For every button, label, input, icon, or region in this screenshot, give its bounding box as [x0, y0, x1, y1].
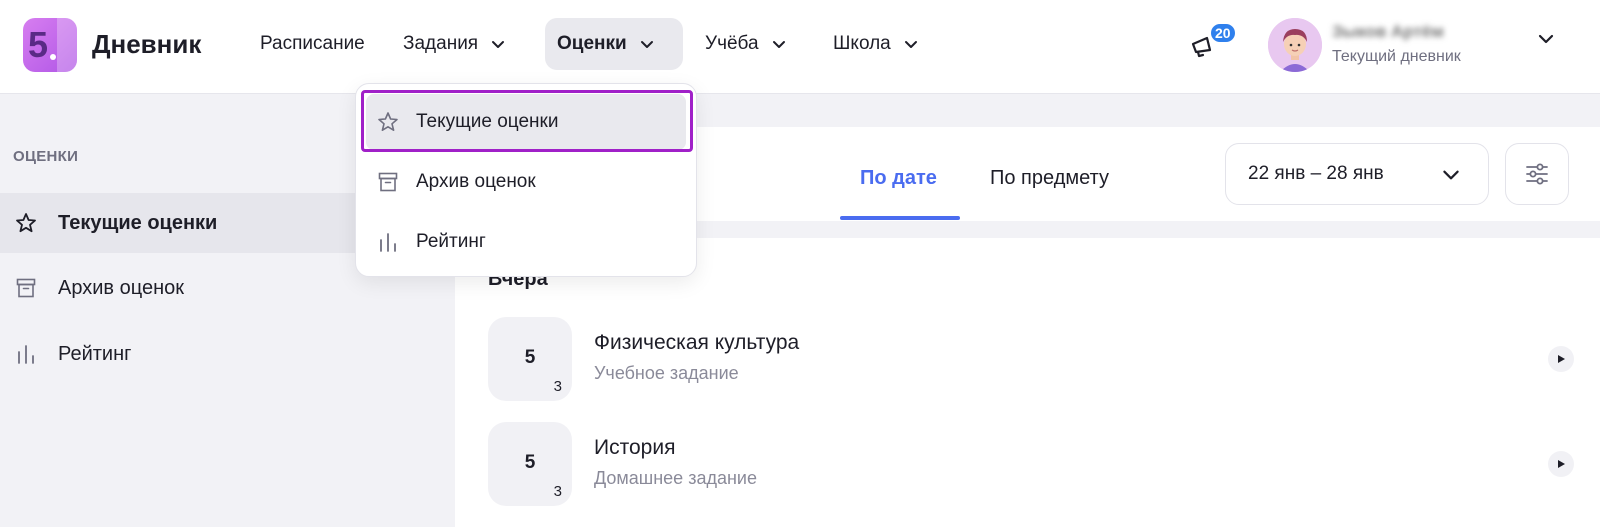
tab-active-indicator — [840, 216, 960, 220]
nav-grades-label: Оценки — [557, 33, 627, 54]
filter-button[interactable] — [1505, 143, 1569, 205]
archive-icon — [378, 172, 398, 192]
subject-name: История — [594, 436, 676, 459]
sidebar-title: ОЦЕНКИ — [13, 148, 79, 165]
list-item[interactable]: 5 3 Физическая культура Учебное задание — [488, 317, 1588, 401]
brand-title[interactable]: Дневник — [92, 29, 201, 60]
chevron-down-icon — [904, 41, 917, 48]
grade-value: 5 — [524, 452, 536, 473]
top-header: 5 Дневник Расписание Задания Оценки Учёб… — [0, 0, 1600, 94]
tab-by-date[interactable]: По дате — [860, 167, 937, 190]
nav-tasks-label: Задания — [403, 33, 479, 54]
chevron-down-icon[interactable] — [1535, 28, 1557, 50]
nav-study[interactable]: Учёба — [693, 18, 801, 70]
rating-icon — [18, 345, 34, 364]
nav-study-label: Учёба — [705, 33, 759, 54]
date-range-value: 22 янв – 28 янв — [1248, 163, 1384, 184]
triangle-right-icon — [1558, 355, 1565, 363]
subject-name: Физическая культура — [594, 331, 800, 354]
selection-highlight-box — [361, 90, 693, 152]
sidebar-item-label: Архив оценок — [58, 276, 184, 299]
avatar-face-icon — [1268, 18, 1322, 72]
sidebar-item-rating[interactable]: Рейтинг — [0, 324, 440, 384]
nav-school-label: Школа — [833, 33, 891, 54]
sidebar-item-label: Рейтинг — [58, 342, 132, 365]
menu-item-rating[interactable]: Рейтинг — [366, 214, 686, 270]
user-name: Зыков Артём — [1332, 22, 1444, 41]
menu-item-label: Рейтинг — [416, 231, 486, 252]
grade-weight: 3 — [553, 483, 562, 500]
grade-value: 5 — [524, 347, 536, 368]
notification-badge: 20 — [1209, 22, 1237, 44]
date-range-select[interactable]: 22 янв – 28 янв — [1225, 143, 1489, 205]
list-item[interactable]: 5 3 История Домашнее задание — [488, 422, 1588, 506]
rating-icon — [380, 233, 396, 252]
logo-strip — [57, 18, 77, 72]
app-logo[interactable]: 5 — [23, 18, 77, 72]
star-icon — [16, 213, 36, 233]
chevron-down-icon — [772, 41, 785, 48]
grade-weight: 3 — [553, 378, 562, 395]
chevron-down-icon — [640, 41, 653, 48]
grade-box: 5 3 — [488, 317, 572, 401]
filter-sliders-icon — [1526, 163, 1548, 185]
task-type: Учебное задание — [594, 363, 739, 383]
menu-item-archive[interactable]: Архив оценок — [366, 154, 686, 210]
sidebar-item-label: Текущие оценки — [58, 211, 218, 234]
avatar[interactable] — [1268, 18, 1322, 72]
play-arrow-icon[interactable] — [1548, 346, 1574, 372]
menu-item-label: Архив оценок — [416, 171, 536, 192]
archive-icon — [16, 278, 36, 298]
nav-school[interactable]: Школа — [821, 18, 933, 70]
user-subtitle: Текущий дневник — [1332, 48, 1461, 65]
nav-tasks[interactable]: Задания — [391, 18, 520, 70]
nav-grades[interactable]: Оценки — [545, 18, 683, 70]
nav-schedule-label: Расписание — [260, 33, 365, 54]
logo-dot — [50, 54, 56, 60]
chevron-down-icon — [1443, 170, 1459, 180]
triangle-right-icon — [1558, 460, 1565, 468]
tab-by-subject[interactable]: По предмету — [990, 167, 1109, 190]
nav-schedule[interactable]: Расписание — [248, 18, 377, 70]
task-type: Домашнее задание — [594, 468, 757, 488]
grade-box: 5 3 — [488, 422, 572, 506]
play-arrow-icon[interactable] — [1548, 451, 1574, 477]
logo-digit: 5 — [28, 24, 49, 65]
chevron-down-icon — [492, 41, 505, 48]
